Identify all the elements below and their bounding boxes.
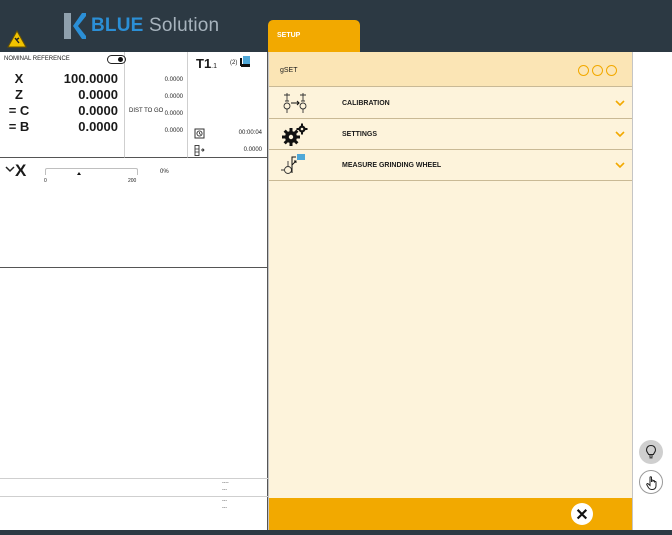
- tool-panel: T1.1 (2) 00:00:04 0.0000: [188, 52, 268, 158]
- hint-button[interactable]: [639, 440, 663, 464]
- feed-scale[interactable]: [45, 168, 138, 175]
- gset-label: gSET: [280, 67, 298, 74]
- dist-to-go-panel: 0.0000 0.0000 0.0000 0.0000: [125, 52, 188, 158]
- axis-row: X 100.0000: [0, 71, 125, 86]
- accordion-label: CALIBRATION: [342, 100, 390, 107]
- lightbulb-icon: [645, 444, 657, 459]
- status-dot: [592, 65, 603, 76]
- hand-pointer-icon: [646, 476, 657, 490]
- tool-quantity: (2): [230, 60, 238, 66]
- machine-status-panel: NOMINAL REFERENCE X 100.0000 Z 0.0000 = …: [0, 52, 268, 530]
- tool-icon: [240, 56, 250, 67]
- axis-row: = C 0.0000: [0, 103, 125, 118]
- accordion-calibration[interactable]: CALIBRATION: [269, 88, 632, 119]
- close-icon: ✕: [575, 507, 589, 524]
- top-bar: BLUE Solution SETUP: [0, 0, 672, 52]
- tool-number: T1: [196, 56, 212, 71]
- setup-footer: ✕: [269, 498, 632, 530]
- axis-value: 0.0000: [78, 87, 118, 102]
- status-dot: [606, 65, 617, 76]
- axis-name: X: [14, 71, 24, 86]
- axis-value: 100.0000: [63, 71, 118, 86]
- list-item: ---: [0, 504, 268, 520]
- tool-sub: .1: [211, 63, 218, 70]
- brand-title: BLUE Solution: [91, 15, 219, 37]
- k-logo-icon: [64, 13, 86, 39]
- tool-wear-value: 0.0000: [243, 147, 262, 153]
- chevron-down-icon[interactable]: [5, 165, 15, 173]
- tool-time-value: 00:00:04: [238, 130, 262, 136]
- nominal-reference-label: NOMINAL REFERENCE: [4, 56, 70, 62]
- axis-value: 0.0000: [78, 119, 118, 134]
- brand-strong: BLUE: [91, 15, 144, 36]
- tool-id: T1.1: [196, 56, 217, 71]
- gset-status-dots: [578, 65, 617, 76]
- axis-name: = B: [8, 119, 30, 134]
- axis-row: = B 0.0000: [0, 119, 125, 134]
- chevron-down-icon[interactable]: [615, 100, 625, 107]
- gset-row[interactable]: gSET: [269, 52, 632, 87]
- chevron-down-icon[interactable]: [615, 162, 625, 169]
- axis-row: Z 0.0000: [0, 87, 125, 102]
- accordion-label: MEASURE GRINDING WHEEL: [342, 162, 442, 169]
- feed-axis-label: X: [15, 161, 27, 180]
- feed-level-marker: [77, 172, 82, 175]
- touch-mode-button[interactable]: [639, 470, 663, 494]
- tab-setup[interactable]: SETUP: [268, 20, 360, 52]
- setup-panel: gSET CALIBRATION SETTINGS MEASURE GRINDI…: [268, 52, 633, 530]
- dist-to-go-label: DIST TO GO: [129, 108, 164, 114]
- close-button[interactable]: ✕: [571, 503, 593, 525]
- position-mode-toggle[interactable]: [107, 55, 126, 64]
- measure-wheel-icon: [281, 154, 305, 174]
- status-strip: [0, 530, 672, 535]
- dist-value: 0.0000: [164, 77, 183, 83]
- tool-time-row: 00:00:04: [188, 128, 268, 142]
- feed-max-label: 200: [128, 178, 137, 184]
- tool-wear-icon: [194, 145, 205, 156]
- dist-value: 0.0000: [164, 94, 183, 100]
- axis-name: = C: [8, 103, 30, 118]
- program-panel: ---- --- --- ---: [0, 268, 268, 530]
- program-line-value: ---: [222, 505, 227, 511]
- chevron-down-icon[interactable]: [615, 131, 625, 138]
- position-panel: NOMINAL REFERENCE X 100.0000 Z 0.0000 = …: [0, 52, 126, 158]
- timer-icon: [194, 128, 205, 139]
- accordion-label: SETTINGS: [342, 131, 378, 138]
- warning-icon[interactable]: [7, 30, 27, 48]
- status-dot: [578, 65, 589, 76]
- feed-percent: 0%: [160, 169, 169, 175]
- tool-wear-row: 0.0000: [188, 145, 268, 159]
- axis-name: Z: [15, 87, 23, 102]
- accordion-measure-grinding-wheel[interactable]: MEASURE GRINDING WHEEL: [269, 150, 632, 181]
- calibration-icon: [283, 93, 307, 113]
- gears-icon: [282, 123, 308, 146]
- program-line-value: ---: [222, 487, 227, 493]
- feed-min-label: 0: [44, 178, 47, 184]
- dist-value: 0.0000: [164, 128, 183, 134]
- brand-light: Solution: [149, 15, 220, 36]
- axis-value: 0.0000: [78, 103, 118, 118]
- accordion-settings[interactable]: SETTINGS: [269, 119, 632, 150]
- feed-panel: X 0 200 0%: [0, 158, 268, 268]
